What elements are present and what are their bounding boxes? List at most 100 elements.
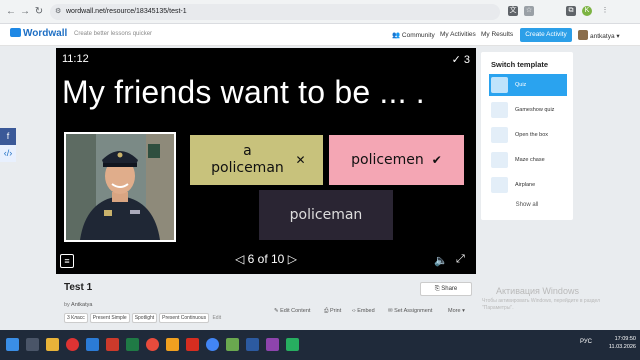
address-bar[interactable]: ⚙ wordwall.net/resource/18345135/test-1 xyxy=(50,4,500,20)
template-open-the-box[interactable]: Open the box xyxy=(489,124,567,146)
opera-icon[interactable] xyxy=(66,338,79,351)
embed-icon: ‹› xyxy=(352,308,356,314)
check-icon: ✓ xyxy=(451,54,461,66)
template-airplane[interactable]: Airplane xyxy=(489,174,567,196)
activity-byline: by Antkatya xyxy=(64,302,92,308)
previous-question-icon[interactable]: ◁ xyxy=(235,252,244,266)
extensions-icon[interactable]: ⧉ xyxy=(566,6,576,16)
edit-content-button[interactable]: ✎ Edit Content xyxy=(274,308,310,314)
app-icon[interactable] xyxy=(266,338,279,351)
nav-community-label: Community xyxy=(401,32,435,39)
translate-icon[interactable]: 文 xyxy=(508,6,518,16)
app-icon[interactable] xyxy=(166,338,179,351)
user-menu[interactable]: antkatya ▾ xyxy=(578,30,620,40)
file-explorer-icon[interactable] xyxy=(46,338,59,351)
app-icon[interactable] xyxy=(246,338,259,351)
nav-community[interactable]: 👥 Community xyxy=(392,31,435,39)
edit-tags-link[interactable]: Edit xyxy=(212,315,221,321)
reload-icon[interactable]: ↻ xyxy=(32,5,46,19)
embed-share-icon[interactable]: ‹/› xyxy=(0,145,16,162)
show-all-templates-link[interactable]: Show all xyxy=(481,202,573,208)
answer-option-1[interactable]: a policeman ✕ xyxy=(190,135,323,185)
game-menu-icon[interactable]: ≡ xyxy=(60,254,74,268)
cross-icon: ✕ xyxy=(295,152,306,167)
tag-item[interactable]: Spotlight xyxy=(131,313,158,323)
excel-icon[interactable] xyxy=(126,338,139,351)
avatar xyxy=(578,30,588,40)
site-tagline: Create better lessons quicker xyxy=(74,31,153,37)
set-assignment-label: Set Assignment xyxy=(394,308,433,314)
question-pager: ◁ 6 of 10 ▷ xyxy=(226,252,306,266)
browser-toolbar: ← → ↻ ⚙ wordwall.net/resource/18345135/t… xyxy=(0,0,640,24)
by-label: by xyxy=(64,302,70,308)
activation-watermark-title: Активация Windows xyxy=(496,286,579,296)
app-icon[interactable] xyxy=(226,338,239,351)
chevron-down-icon: ▾ xyxy=(462,308,465,314)
author-link[interactable]: Antkatya xyxy=(71,302,92,308)
score-counter: ✓ 3 xyxy=(452,53,470,66)
chrome-icon[interactable] xyxy=(206,338,219,351)
answer-option-2[interactable]: policemen ✔ xyxy=(329,135,464,185)
tag-item[interactable]: Present Continuous xyxy=(159,313,210,323)
app-icon[interactable] xyxy=(286,338,299,351)
template-maze-chase[interactable]: Maze chase xyxy=(489,149,567,171)
nav-my-activities[interactable]: My Activities xyxy=(440,31,476,38)
set-assignment-button[interactable]: ✉ Set Assignment xyxy=(388,308,432,314)
gameshow-template-icon xyxy=(491,102,508,118)
score-value: 3 xyxy=(463,54,470,66)
clock[interactable]: 17:09:50 11.03.2026 xyxy=(594,335,636,351)
activation-watermark-text: Чтобы активировать Windows, перейдите в … xyxy=(482,298,601,311)
more-button[interactable]: More ▾ xyxy=(448,308,465,314)
answer-option-3[interactable]: policeman xyxy=(259,190,393,240)
yandex-icon[interactable] xyxy=(146,338,159,351)
forward-icon[interactable]: → xyxy=(18,5,32,19)
language-indicator[interactable]: РУС xyxy=(580,339,592,345)
embed-label: Embed xyxy=(357,308,375,314)
clock-date: 11.03.2026 xyxy=(608,344,636,350)
logo-icon xyxy=(10,28,21,37)
windows-taskbar: РУС 17:09:50 11.03.2026 xyxy=(0,330,640,360)
question-image xyxy=(64,132,176,242)
print-label: Print xyxy=(329,308,342,314)
create-activity-button[interactable]: Create Activity xyxy=(520,28,572,42)
facebook-share-icon[interactable]: f xyxy=(0,128,16,145)
clock-time: 17:09:50 xyxy=(614,336,636,342)
next-question-icon[interactable]: ▷ xyxy=(288,252,297,266)
username: antkatya xyxy=(590,33,615,40)
share-button[interactable]: ⎘ Share xyxy=(420,282,472,296)
bookmark-star-icon[interactable]: ☆ xyxy=(524,6,534,16)
switch-template-panel: Switch template Quiz Gameshow quiz Open … xyxy=(481,52,573,220)
activity-title: Test 1 xyxy=(64,282,93,293)
sound-icon[interactable]: 🔈 xyxy=(434,254,448,267)
fullscreen-icon[interactable]: ⤢ xyxy=(456,253,465,266)
print-button[interactable]: ⎙ Print xyxy=(324,308,341,315)
wordwall-logo[interactable]: Wordwall xyxy=(10,28,67,39)
word-icon[interactable] xyxy=(86,338,99,351)
tag-item[interactable]: 3 Класс xyxy=(64,313,88,323)
share-icon: ⎘ xyxy=(434,286,440,292)
profile-icon[interactable]: K xyxy=(582,6,592,16)
more-label: More xyxy=(448,308,461,314)
answer-2-text: policemen xyxy=(351,152,424,168)
nav-my-results[interactable]: My Results xyxy=(481,31,513,38)
social-share-rail: f ‹/› xyxy=(0,128,16,162)
tag-item[interactable]: Present Simple xyxy=(89,313,130,323)
embed-button[interactable]: ‹› Embed xyxy=(352,308,375,314)
template-quiz[interactable]: Quiz xyxy=(489,74,567,96)
powerpoint-icon[interactable] xyxy=(106,338,119,351)
site-info-icon[interactable]: ⚙ xyxy=(55,4,61,20)
logo-text: Wordwall xyxy=(23,28,68,39)
start-icon[interactable] xyxy=(6,338,19,351)
back-icon[interactable]: ← xyxy=(4,5,18,19)
airplane-template-icon xyxy=(491,177,508,193)
timer: 11:12 xyxy=(62,53,89,65)
answer-3-text: policeman xyxy=(289,207,363,223)
pager-text: 6 of 10 xyxy=(247,252,285,266)
menu-kebab-icon[interactable]: ⋮ xyxy=(600,6,610,16)
site-header: Wordwall Create better lessons quicker 👥… xyxy=(0,24,640,46)
pdf-icon[interactable] xyxy=(186,338,199,351)
search-icon[interactable] xyxy=(26,338,39,351)
url-text: wordwall.net/resource/18345135/test-1 xyxy=(66,8,187,15)
printer-icon: ⎙ xyxy=(324,308,329,314)
template-gameshow-quiz[interactable]: Gameshow quiz xyxy=(489,99,567,121)
